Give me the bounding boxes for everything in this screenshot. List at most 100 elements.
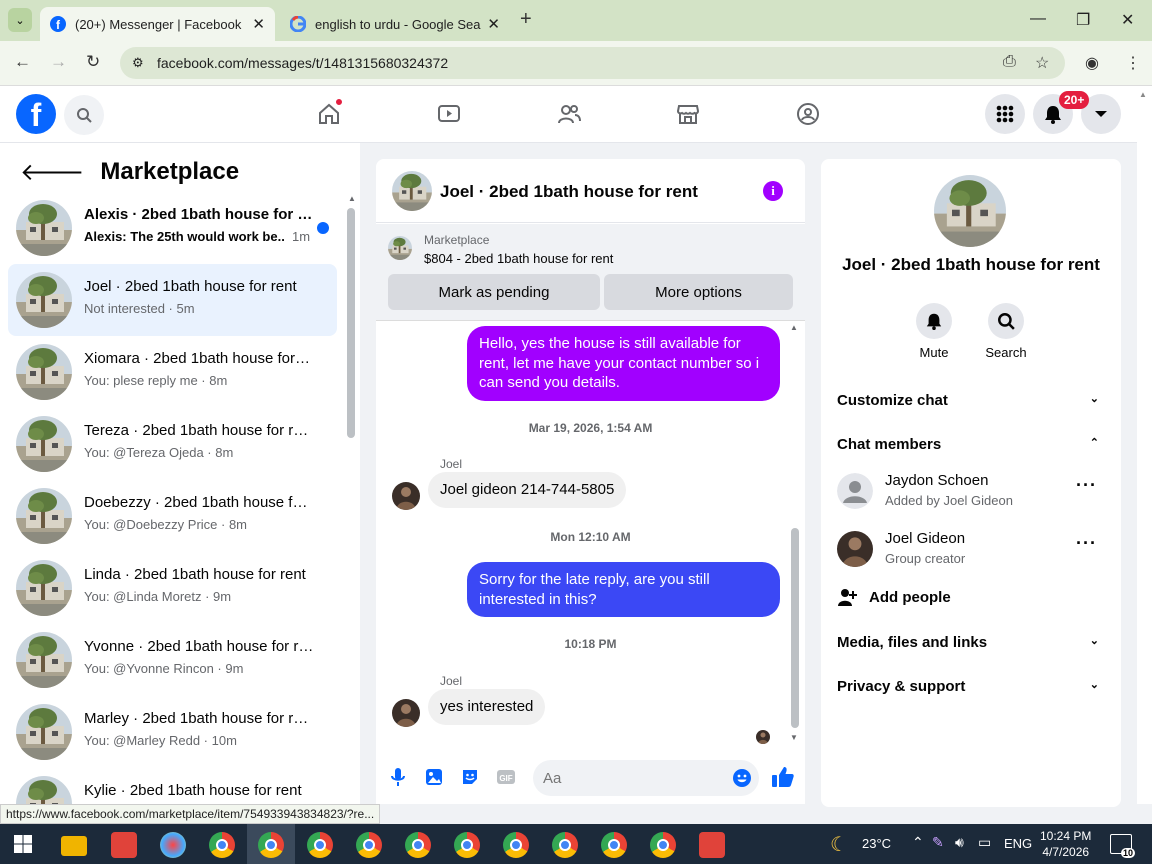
conversation-item[interactable]: Alexis · 2bed 1bath house for rent Alexis… xyxy=(8,192,337,264)
tab-google-search[interactable]: english to urdu - Google Search ✕ xyxy=(280,7,510,41)
language-indicator[interactable]: ENG xyxy=(1004,836,1032,851)
chrome-icon[interactable] xyxy=(601,832,627,858)
reload-icon[interactable]: ↻ xyxy=(86,52,100,72)
tab-close-icon[interactable]: ✕ xyxy=(252,15,265,33)
incoming-message[interactable]: Joel gideon 214-744-5805 xyxy=(428,472,627,508)
customize-chat-row[interactable]: Customize chat ⌄ xyxy=(837,392,1105,409)
listing-title[interactable]: $804 - 2bed 1bath house for rent xyxy=(424,251,613,266)
facebook-logo[interactable]: f xyxy=(16,94,56,134)
menu-dots-icon[interactable]: ⋮ xyxy=(1125,53,1141,73)
conversation-item[interactable]: Linda · 2bed 1bath house for rent You: @L… xyxy=(8,552,337,624)
emoji-icon[interactable] xyxy=(732,768,752,788)
bookmark-star-icon[interactable]: ☆ xyxy=(1035,53,1049,73)
anydesk-icon[interactable] xyxy=(699,832,725,858)
search-in-chat-button[interactable]: Search xyxy=(976,303,1036,360)
tab-search-button[interactable]: ⌄ xyxy=(8,8,32,32)
volume-icon[interactable]: 🔊︎ xyxy=(955,834,964,851)
chat-members-row[interactable]: Chat members ⌃ xyxy=(837,436,1105,453)
scroll-up-arrow-icon[interactable]: ▲ xyxy=(1139,90,1147,99)
chrome-icon[interactable] xyxy=(356,832,382,858)
outgoing-message[interactable]: Sorry for the late reply, are you still … xyxy=(467,562,780,617)
add-people-button[interactable]: Add people xyxy=(837,587,951,607)
thumbs-up-icon[interactable] xyxy=(771,765,795,789)
back-arrow-icon[interactable]: 🡐 xyxy=(20,157,84,187)
network-icon[interactable]: ▭ xyxy=(978,834,991,851)
listing-thumbnail[interactable] xyxy=(388,236,412,260)
scroll-up-arrow-icon[interactable]: ▲ xyxy=(790,323,798,332)
conversation-item[interactable]: Doebezzy · 2bed 1bath house for rent You:… xyxy=(8,480,337,552)
privacy-support-row[interactable]: Privacy & support ⌄ xyxy=(837,678,1105,695)
chrome-icon[interactable] xyxy=(454,832,480,858)
notification-center-icon[interactable]: 10 xyxy=(1110,834,1135,858)
sticker-icon[interactable] xyxy=(460,767,480,787)
chrome-icon[interactable] xyxy=(405,832,431,858)
chat-avatar-large[interactable] xyxy=(934,175,1006,247)
incoming-message[interactable]: yes interested xyxy=(428,689,546,725)
conversation-item[interactable]: Marley · 2bed 1bath house for rent You: @… xyxy=(8,696,337,768)
weather-moon-icon[interactable]: ☾ xyxy=(830,832,848,857)
scroll-up-arrow-icon[interactable]: ▲ xyxy=(348,194,356,203)
back-icon[interactable]: ← xyxy=(14,52,31,72)
minimize-icon[interactable]: — xyxy=(1030,10,1046,28)
member-row[interactable]: Joel Gideon Group creator ··· xyxy=(837,525,1105,575)
page-scrollbar[interactable] xyxy=(1137,86,1152,804)
conversation-item[interactable]: Xiomara · 2bed 1bath house for rent You: … xyxy=(8,336,337,408)
chrome-icon[interactable] xyxy=(258,832,284,858)
message-input[interactable] xyxy=(533,760,759,796)
outgoing-message[interactable]: Hello, yes the house is still available … xyxy=(467,326,780,401)
gif-icon[interactable]: GIF xyxy=(496,767,516,787)
more-icon[interactable]: ··· xyxy=(1076,533,1097,554)
chat-avatar[interactable] xyxy=(392,171,432,211)
maximize-icon[interactable]: ❐ xyxy=(1076,10,1090,30)
windows-start-icon[interactable] xyxy=(14,835,32,853)
info-icon[interactable]: i xyxy=(763,181,783,201)
url-field[interactable]: ⚙ facebook.com/messages/t/14813156803243… xyxy=(120,47,1065,79)
media-files-row[interactable]: Media, files and links ⌄ xyxy=(837,634,1105,651)
profile-icon[interactable]: ◉ xyxy=(1085,53,1099,73)
conversation-item[interactable]: Tereza · 2bed 1bath house for rent You: @… xyxy=(8,408,337,480)
install-app-icon[interactable]: ⎙ xyxy=(1003,53,1016,71)
scroll-down-arrow-icon[interactable]: ▼ xyxy=(790,733,798,742)
chrome-icon[interactable] xyxy=(209,832,235,858)
tab-close-icon[interactable]: ✕ xyxy=(487,15,500,33)
chat-scrollbar[interactable] xyxy=(791,528,799,728)
clock[interactable]: 10:24 PM 4/7/2026 xyxy=(1040,828,1091,860)
groups-nav[interactable] xyxy=(794,100,822,128)
chrome-icon[interactable] xyxy=(307,832,333,858)
site-info-icon[interactable]: ⚙ xyxy=(132,55,144,71)
chrome-icon[interactable] xyxy=(552,832,578,858)
chat-title[interactable]: Joel · 2bed 1bath house for rent xyxy=(440,182,698,202)
mute-button[interactable]: Mute xyxy=(904,303,964,360)
conversation-item[interactable]: Yvonne · 2bed 1bath house for rent You: @… xyxy=(8,624,337,696)
file-explorer-icon[interactable] xyxy=(61,836,87,856)
friends-nav[interactable] xyxy=(555,100,583,128)
new-tab-button[interactable]: + xyxy=(520,8,532,31)
conversation-scrollbar[interactable] xyxy=(347,208,355,438)
menu-button[interactable] xyxy=(985,94,1025,134)
home-nav[interactable] xyxy=(315,98,343,128)
sender-avatar[interactable] xyxy=(392,699,420,727)
close-window-icon[interactable]: ✕ xyxy=(1121,10,1134,30)
app-icon[interactable] xyxy=(160,832,186,858)
sender-avatar[interactable] xyxy=(392,482,420,510)
tab-messenger[interactable]: f (20+) Messenger | Facebook ✕ xyxy=(40,7,275,41)
weather-temp[interactable]: 23°C xyxy=(862,836,891,851)
search-button[interactable] xyxy=(64,95,104,135)
microphone-icon[interactable] xyxy=(388,767,408,787)
mark-as-pending-button[interactable]: Mark as pending xyxy=(388,274,600,310)
marketplace-nav[interactable] xyxy=(674,100,702,128)
photo-icon[interactable] xyxy=(424,767,444,787)
conversation-name: Marley · 2bed 1bath house for rent xyxy=(84,710,314,727)
chevron-down-icon: ⌄ xyxy=(1089,393,1099,405)
forward-icon[interactable]: → xyxy=(50,52,67,72)
more-icon[interactable]: ··· xyxy=(1076,475,1097,496)
show-hidden-icons-icon[interactable]: ⌃ xyxy=(912,834,924,851)
chrome-icon[interactable] xyxy=(503,832,529,858)
more-options-button[interactable]: More options xyxy=(604,274,793,310)
conversation-item[interactable]: Joel · 2bed 1bath house for rent Not inte… xyxy=(8,264,337,336)
chrome-icon[interactable] xyxy=(650,832,676,858)
anydesk-icon[interactable] xyxy=(111,832,137,858)
member-row[interactable]: Jaydon Schoen Added by Joel Gideon ··· xyxy=(837,467,1105,517)
pen-icon[interactable]: ✎ xyxy=(932,834,944,851)
video-nav[interactable] xyxy=(435,100,463,128)
